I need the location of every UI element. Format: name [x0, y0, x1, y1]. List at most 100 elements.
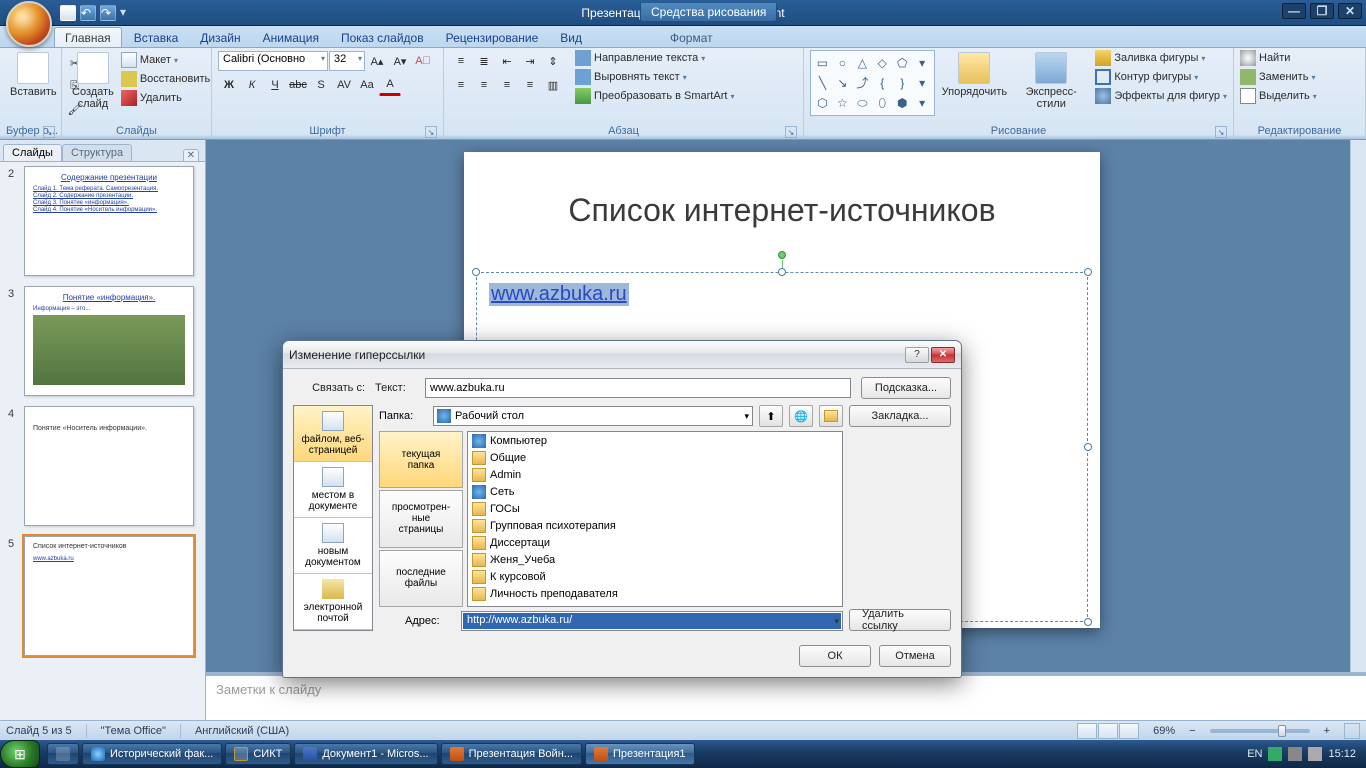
- panel-tab-slides[interactable]: Слайды: [3, 144, 62, 161]
- bullets-button[interactable]: ≡: [450, 50, 472, 72]
- browse-web-button[interactable]: 🌐: [789, 405, 813, 427]
- text-direction-button[interactable]: Направление текста: [575, 50, 734, 66]
- shape-effects-button[interactable]: Эффекты для фигур: [1095, 88, 1227, 104]
- maximize-button[interactable]: ❐: [1310, 3, 1334, 19]
- resize-handle[interactable]: [1084, 443, 1092, 451]
- taskbar-item[interactable]: Презентация Войн...: [441, 743, 582, 765]
- panel-tab-outline[interactable]: Структура: [62, 144, 132, 161]
- screentip-button[interactable]: Подсказка...: [861, 377, 951, 399]
- tray-icon[interactable]: [1288, 747, 1302, 761]
- drawing-launcher[interactable]: ↘: [1215, 126, 1227, 138]
- align-center-button[interactable]: ≡: [473, 74, 495, 96]
- numbering-button[interactable]: ≣: [473, 50, 495, 72]
- select-button[interactable]: Выделить: [1240, 88, 1317, 104]
- columns-button[interactable]: ▥: [542, 74, 564, 96]
- taskbar-item[interactable]: [47, 743, 79, 765]
- minimize-button[interactable]: —: [1282, 3, 1306, 19]
- align-left-button[interactable]: ≡: [450, 74, 472, 96]
- link-to-email[interactable]: электронной почтой: [294, 574, 372, 630]
- line-spacing-button[interactable]: ⇕: [542, 50, 564, 72]
- shape-outline-button[interactable]: Контур фигуры: [1095, 69, 1227, 85]
- find-button[interactable]: Найти: [1240, 50, 1290, 66]
- browsed-pages-tab[interactable]: просмотрен- ные страницы: [379, 490, 463, 547]
- folder-combo[interactable]: Рабочий стол: [433, 406, 753, 426]
- shadow-button[interactable]: S: [310, 74, 332, 96]
- zoom-level[interactable]: 69%: [1153, 725, 1175, 737]
- link-to-file-web[interactable]: файлом, веб- страницей: [294, 406, 372, 462]
- underline-button[interactable]: Ч: [264, 74, 286, 96]
- new-slide-button[interactable]: Создать слайд: [68, 50, 118, 112]
- tray-volume-icon[interactable]: [1308, 747, 1322, 761]
- dialog-titlebar[interactable]: Изменение гиперссылки ? ✕: [283, 341, 961, 369]
- tab-format[interactable]: Формат: [660, 28, 723, 47]
- quick-styles-button[interactable]: Экспресс-стили: [1014, 50, 1088, 112]
- qat-redo-icon[interactable]: ↷: [100, 5, 116, 21]
- tray-clock[interactable]: 15:12: [1328, 748, 1356, 760]
- fit-to-window-button[interactable]: [1344, 723, 1360, 739]
- shrink-font-button[interactable]: A▾: [389, 50, 411, 72]
- grow-font-button[interactable]: A▴: [366, 50, 388, 72]
- shape-fill-button[interactable]: Заливка фигуры: [1095, 50, 1227, 66]
- paragraph-launcher[interactable]: ↘: [785, 126, 797, 138]
- arrange-button[interactable]: Упорядочить: [938, 50, 1011, 100]
- resize-handle[interactable]: [778, 268, 786, 276]
- start-button[interactable]: ⊞: [0, 740, 40, 768]
- font-size-combo[interactable]: 32: [329, 51, 365, 71]
- tab-review[interactable]: Рецензирование: [436, 28, 549, 47]
- hyperlink-selected[interactable]: www.azbuka.ru: [489, 283, 629, 306]
- taskbar-item[interactable]: Презентация1: [585, 743, 695, 765]
- delete-slide-button[interactable]: Удалить: [121, 90, 210, 106]
- dialog-help-button[interactable]: ?: [905, 347, 929, 363]
- close-button[interactable]: ✕: [1338, 3, 1362, 19]
- change-case-button[interactable]: Aa: [356, 74, 378, 96]
- bookmark-button[interactable]: Закладка...: [849, 405, 951, 427]
- up-folder-button[interactable]: ⬆: [759, 405, 783, 427]
- resize-handle[interactable]: [1084, 618, 1092, 626]
- thumbnails-list[interactable]: 2 Содержание презентации Слайд 1. Тема р…: [0, 162, 205, 720]
- language-status[interactable]: Английский (США): [195, 725, 289, 737]
- thumbnail[interactable]: Список интернет-источников www.azbuka.ru: [24, 536, 194, 656]
- tab-animation[interactable]: Анимация: [253, 28, 329, 47]
- qat-customize-icon[interactable]: ▾: [120, 5, 130, 21]
- taskbar-item[interactable]: Документ1 - Micros...: [294, 743, 437, 765]
- qat-undo-icon[interactable]: ↶: [80, 5, 96, 21]
- rotate-handle[interactable]: [778, 251, 786, 259]
- link-to-new-doc[interactable]: новым документом: [294, 518, 372, 574]
- tab-insert[interactable]: Вставка: [124, 28, 189, 47]
- zoom-in-button[interactable]: +: [1324, 725, 1330, 737]
- clipboard-launcher[interactable]: ↘: [43, 126, 55, 138]
- vertical-scrollbar[interactable]: [1350, 140, 1366, 672]
- sorter-view-button[interactable]: [1098, 723, 1118, 739]
- cancel-button[interactable]: Отмена: [879, 645, 951, 667]
- browse-file-button[interactable]: [819, 405, 843, 427]
- thumbnail[interactable]: Понятие «информация». Информация – это..…: [24, 286, 194, 396]
- indent-inc-button[interactable]: ⇥: [519, 50, 541, 72]
- layout-button[interactable]: Макет: [121, 52, 210, 68]
- align-justify-button[interactable]: ≡: [519, 74, 541, 96]
- panel-close-icon[interactable]: ✕: [183, 149, 199, 161]
- tab-design[interactable]: Дизайн: [190, 28, 250, 47]
- remove-link-button[interactable]: Удалить ссылку: [849, 609, 951, 631]
- resize-handle[interactable]: [472, 268, 480, 276]
- slide-title[interactable]: Список интернет-источников: [464, 152, 1100, 229]
- font-name-combo[interactable]: Calibri (Основно: [218, 51, 328, 71]
- resize-handle[interactable]: [1084, 268, 1092, 276]
- zoom-out-button[interactable]: −: [1189, 725, 1195, 737]
- bold-button[interactable]: Ж: [218, 74, 240, 96]
- font-color-button[interactable]: A: [379, 74, 401, 96]
- smartart-button[interactable]: Преобразовать в SmartArt: [575, 88, 734, 104]
- zoom-thumb[interactable]: [1278, 725, 1286, 737]
- file-list[interactable]: Компьютер Общие Admin Сеть ГОСы Группова…: [467, 431, 843, 607]
- dialog-close-button[interactable]: ✕: [931, 347, 955, 363]
- tab-home[interactable]: Главная: [54, 27, 122, 47]
- slideshow-view-button[interactable]: [1119, 723, 1139, 739]
- align-text-button[interactable]: Выровнять текст: [575, 69, 734, 85]
- link-to-place-in-doc[interactable]: местом в документе: [294, 462, 372, 518]
- recent-files-tab[interactable]: последние файлы: [379, 550, 463, 607]
- ok-button[interactable]: ОК: [799, 645, 871, 667]
- office-button[interactable]: [6, 1, 52, 47]
- notes-pane[interactable]: Заметки к слайду: [206, 672, 1366, 720]
- zoom-slider[interactable]: [1210, 729, 1310, 733]
- tab-view[interactable]: Вид: [550, 28, 592, 47]
- font-launcher[interactable]: ↘: [425, 126, 437, 138]
